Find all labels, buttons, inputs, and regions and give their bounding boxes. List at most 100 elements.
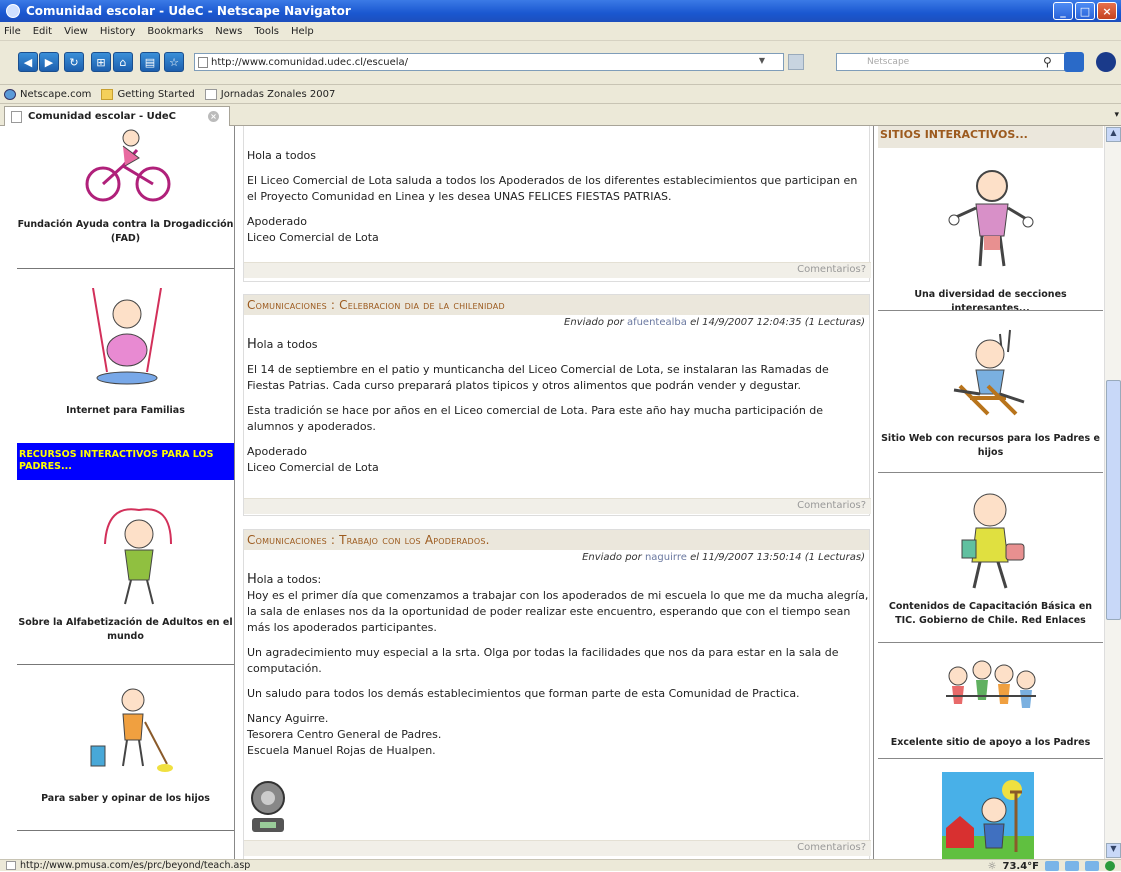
- link-fad[interactable]: Fundación Ayuda contra la Drogadicción (…: [17, 218, 234, 246]
- search-input[interactable]: Netscape: [836, 53, 1072, 71]
- post-greeting: ola a todos: [256, 338, 318, 351]
- vertical-scrollbar[interactable]: ▲ ▼: [1104, 126, 1121, 859]
- go-button[interactable]: [788, 54, 804, 70]
- left-sidebar: Fundación Ayuda contra la Drogadicción (…: [17, 126, 234, 859]
- divider: [17, 268, 234, 269]
- search-icon[interactable]: ⚲: [1043, 55, 1052, 69]
- bookmark-getting-started[interactable]: Getting Started: [101, 88, 195, 100]
- info-icon[interactable]: [1105, 861, 1115, 871]
- post-signature: Liceo Comercial de Lota: [247, 461, 379, 474]
- tab-list-icon[interactable]: ▾: [1114, 110, 1119, 120]
- post-signature: Nancy Aguirre.: [247, 712, 329, 725]
- post-paragraph: El 14 de septiembre en el patio y muntic…: [247, 363, 829, 392]
- post-footer: [244, 840, 871, 856]
- menu-view[interactable]: View: [64, 26, 88, 37]
- meta-prefix: Enviado por: [582, 552, 642, 563]
- page-viewport: Fundación Ayuda contra la Drogadicción (…: [0, 126, 1121, 859]
- home-button[interactable]: ⌂: [113, 52, 133, 72]
- section-header-recursos: RECURSOS INTERACTIVOS PARA LOS PADRES...: [17, 443, 234, 480]
- close-tab-icon[interactable]: ×: [208, 111, 219, 122]
- forward-button[interactable]: ▶: [39, 52, 59, 72]
- tab-comunidad[interactable]: Comunidad escolar - UdeC ×: [4, 106, 230, 126]
- column-separator: [234, 126, 235, 859]
- back-button[interactable]: ◀: [18, 52, 38, 72]
- page-icon: [6, 861, 16, 870]
- comments-link[interactable]: Comentarios?: [797, 500, 866, 511]
- scroll-thumb[interactable]: [1106, 380, 1121, 620]
- post-author[interactable]: naguirre: [645, 552, 687, 563]
- bicycle-illustration: [85, 129, 171, 202]
- divider: [878, 758, 1103, 759]
- netscape-logo-icon: [1096, 52, 1116, 72]
- menu-file[interactable]: File: [4, 26, 21, 37]
- link-recursos-padres[interactable]: Sitio Web con recursos para los Padres e…: [878, 432, 1103, 460]
- print-button[interactable]: ▤: [140, 52, 160, 72]
- chevron-down-icon[interactable]: ▼: [759, 56, 765, 65]
- bookmark-button[interactable]: ☆: [164, 52, 184, 72]
- title-bar: Comunidad escolar - UdeC - Netscape Navi…: [0, 0, 1121, 22]
- comments-link[interactable]: Comentarios?: [797, 264, 866, 275]
- post-footer: [244, 262, 871, 278]
- post-signature: Escuela Manuel Rojas de Hualpen.: [247, 744, 436, 757]
- post-signature: Liceo Comercial de Lota: [247, 231, 379, 244]
- reload-button[interactable]: ↻: [64, 52, 84, 72]
- post-body: Hola a todos El 14 de septiembre en el p…: [247, 337, 869, 476]
- divider: [878, 472, 1103, 473]
- divider: [17, 664, 234, 665]
- bookmark-netscape[interactable]: Netscape.com: [4, 88, 91, 100]
- post-paragraph: Esta tradición se hace por años en el Li…: [247, 404, 824, 433]
- weather-forecast-icon[interactable]: [1085, 861, 1099, 871]
- news-post: Hola a todos El Liceo Comercial de Lota …: [243, 126, 871, 282]
- bookmark-jornadas[interactable]: Jornadas Zonales 2007: [204, 88, 336, 100]
- tab-bar: Comunidad escolar - UdeC × ▾: [0, 104, 1121, 126]
- link-alfabetizacion[interactable]: Sobre la Alfabetización de Adultos en el…: [17, 616, 234, 644]
- column-separator: [873, 126, 874, 859]
- children-group-illustration: [946, 660, 1036, 708]
- right-sidebar: SITIOS INTERACTIVOS... Una diversidad de…: [878, 126, 1103, 859]
- link-enlaces[interactable]: Contenidos de Capacitación Básica en TIC…: [878, 600, 1103, 628]
- menu-bookmarks[interactable]: Bookmarks: [147, 26, 203, 37]
- menu-history[interactable]: History: [100, 26, 136, 37]
- post-author[interactable]: afuentealba: [627, 317, 687, 328]
- weather-icon: ☼: [987, 860, 997, 872]
- page-icon: [198, 57, 208, 68]
- comments-link[interactable]: Comentarios?: [797, 842, 866, 853]
- post-paragraph: Hoy es el primer día que comenzamos a tr…: [247, 589, 869, 634]
- webcam-icon: [251, 781, 285, 832]
- divider: [17, 830, 234, 831]
- mopping-child-illustration: [90, 688, 173, 772]
- post-paragraph: El Liceo Comercial de Lota saluda a todo…: [247, 174, 858, 203]
- url-bar[interactable]: http://www.comunidad.udec.cl/escuela/ ▼: [194, 53, 784, 71]
- post-paragraph: Hola a todos: [247, 149, 317, 162]
- minimize-button[interactable]: _: [1053, 2, 1073, 20]
- post-paragraph: Un agradecimiento muy especial a la srta…: [247, 646, 839, 675]
- weather-forecast-icon[interactable]: [1065, 861, 1079, 871]
- menu-news[interactable]: News: [215, 26, 242, 37]
- navigation-toolbar: ◀ ▶ ↻ ⊞ ⌂ ▤ ☆ http://www.comunidad.udec.…: [0, 41, 1121, 85]
- post-title: Comunicaciones : Celebracion dia de la c…: [244, 295, 869, 315]
- close-button[interactable]: ×: [1097, 2, 1117, 20]
- link-internet-familias[interactable]: Internet para Familias: [17, 404, 234, 418]
- menu-bar: File Edit View History Bookmarks News To…: [0, 22, 1121, 41]
- child-with-bag-illustration: [961, 493, 1025, 589]
- settings-icon[interactable]: [1064, 52, 1084, 72]
- menu-edit[interactable]: Edit: [33, 26, 52, 37]
- globe-icon: [4, 88, 16, 100]
- menu-help[interactable]: Help: [291, 26, 314, 37]
- link-saber-opinar[interactable]: Para saber y opinar de los hijos: [17, 792, 234, 806]
- post-greeting: ola a todos:: [256, 573, 322, 586]
- temperature: 73.4°F: [1002, 860, 1039, 872]
- maximize-button[interactable]: □: [1075, 2, 1095, 20]
- farmer-child-illustration: [942, 772, 1034, 859]
- menu-tools[interactable]: Tools: [254, 26, 279, 37]
- weather-forecast-icon[interactable]: [1045, 861, 1059, 871]
- scroll-down-icon[interactable]: ▼: [1106, 843, 1121, 858]
- link-apoyo-padres[interactable]: Excelente sitio de apoyo a los Padres: [878, 736, 1103, 750]
- new-tab-button[interactable]: ⊞: [91, 52, 111, 72]
- section-header-sitios: SITIOS INTERACTIVOS...: [878, 126, 1103, 148]
- sitting-child-illustration: [953, 329, 1025, 416]
- scroll-up-icon[interactable]: ▲: [1106, 127, 1121, 142]
- link-diversidad[interactable]: Una diversidad de secciones interesantes…: [878, 288, 1103, 316]
- bookmark-label: Jornadas Zonales 2007: [220, 88, 336, 100]
- search-placeholder: Netscape: [867, 57, 910, 67]
